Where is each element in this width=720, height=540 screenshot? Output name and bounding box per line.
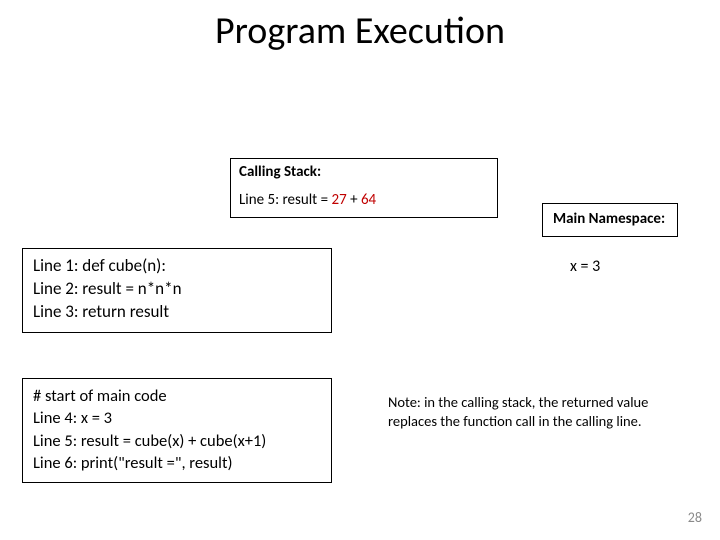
calling-stack-box: Calling Stack: Line 5: result = 27 + 64: [230, 158, 498, 218]
calling-stack-label: Calling Stack:: [239, 163, 489, 181]
code-line-3: Line 3: return result: [33, 301, 321, 324]
code-line-4: Line 4: x = 3: [33, 407, 321, 429]
code-block-main: # start of main code Line 4: x = 3 Line …: [22, 378, 332, 483]
code-block-function: Line 1: def cube(n): Line 2: result = n*…: [22, 248, 332, 333]
calling-line-prefix: Line 5: result =: [239, 191, 331, 209]
calling-val1: 27: [331, 191, 346, 209]
code-line-1: Line 1: def cube(n):: [33, 255, 321, 278]
code-comment: # start of main code: [33, 385, 321, 407]
code-line-5: Line 5: result = cube(x) + cube(x+1): [33, 430, 321, 452]
namespace-box: Main Namespace:: [542, 203, 678, 237]
calling-stack-line: Line 5: result = 27 + 64: [239, 191, 489, 209]
note-text: Note: in the calling stack, the returned…: [388, 393, 688, 431]
page-number: 28: [688, 509, 702, 526]
code-line-2: Line 2: result = n*n*n: [33, 278, 321, 301]
calling-val2: 64: [361, 191, 376, 209]
calling-plus: +: [347, 191, 361, 209]
code-line-6: Line 6: print("result =", result): [33, 452, 321, 474]
slide-title: Program Execution: [0, 8, 720, 54]
namespace-variable: x = 3: [570, 257, 600, 276]
